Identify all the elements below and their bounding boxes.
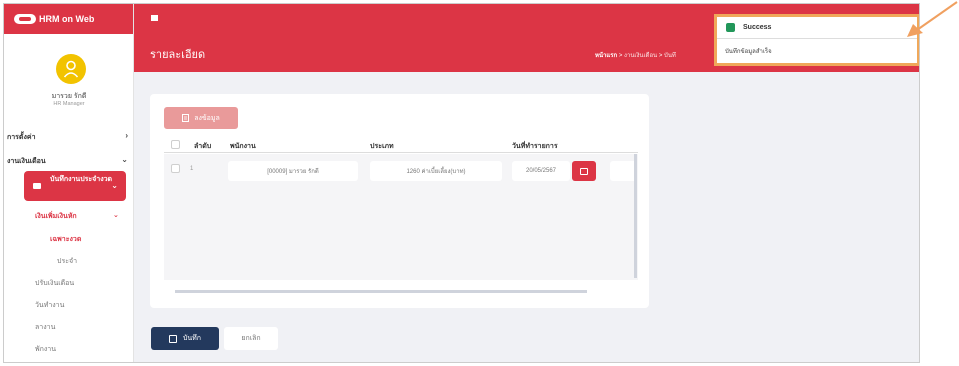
hamburger-menu-icon[interactable]: [151, 15, 158, 21]
row-checkbox[interactable]: [171, 164, 180, 173]
breadcrumb-home[interactable]: หน้าแรก: [595, 53, 617, 59]
sidebar-item-allowances[interactable]: เงินเพิ่มเงินหัก ⌄: [35, 211, 119, 222]
breadcrumb-separator: >: [618, 53, 623, 59]
chevron-down-icon: ⌄: [111, 181, 118, 190]
sidebar-item-fixed[interactable]: ประจำ: [57, 256, 77, 267]
sidebar-item-settings[interactable]: การตั้งค่า ›: [4, 130, 134, 144]
employee-field[interactable]: [00009] มารวย รักดี: [228, 161, 358, 181]
sidebar-item-per-period[interactable]: เฉพาะงวด: [50, 234, 81, 245]
breadcrumb-payroll[interactable]: งานเงินเดือน: [624, 53, 657, 59]
document-icon: [182, 114, 190, 122]
column-header-type: ประเภท: [370, 143, 394, 150]
avatar[interactable]: [56, 54, 86, 84]
save-label: บันทึก: [182, 335, 202, 342]
sidebar-item-label: บันทึกงานประจำงวด: [50, 176, 113, 183]
toast-title: Success: [743, 24, 772, 31]
success-toast: Success บันทึกข้อมูลสำเร็จ: [714, 14, 919, 66]
chevron-right-icon: ›: [125, 131, 128, 140]
sidebar-item-leave[interactable]: ลางาน: [35, 322, 55, 333]
page-title: รายละเอียด: [150, 49, 206, 61]
app-window: HRM on Web มารวย รักดี HR Manager การตั้…: [3, 3, 920, 363]
sidebar-item-vacation[interactable]: พักงาน: [35, 344, 56, 355]
sidebar-item-period-record[interactable]: บันทึกงานประจำงวด ⌄: [24, 171, 126, 201]
save-data-button[interactable]: ลงข้อมูล: [164, 107, 238, 129]
horizontal-scrollbar[interactable]: [175, 290, 587, 293]
detail-card: ลงข้อมูล ลำดับ พนักงาน ประเภท วันที่ทำรา…: [150, 94, 649, 308]
select-all-checkbox[interactable]: [171, 140, 180, 149]
type-field[interactable]: 1260 ค่าเบี้ยเลี้ยง(บาท): [370, 161, 502, 181]
folder-icon: [33, 183, 41, 189]
breadcrumb-record[interactable]: บันทึ: [664, 53, 676, 59]
column-header-index: ลำดับ: [194, 143, 212, 150]
app-title: HRM on Web: [39, 14, 95, 24]
user-icon: [63, 60, 79, 78]
toast-message: บันทึกข้อมูลสำเร็จ: [725, 49, 772, 55]
sidebar-item-label: งานเงินเดือน: [7, 157, 46, 165]
sidebar-item-label: เงินเพิ่มเงินหัก: [35, 213, 77, 220]
column-header-employee: พนักงาน: [230, 143, 256, 150]
next-column-field[interactable]: [610, 161, 636, 181]
cancel-button[interactable]: ยกเลิก: [224, 327, 278, 350]
calendar-icon: [580, 167, 588, 175]
save-data-label: ลงข้อมูล: [194, 114, 220, 122]
sidebar-item-payroll[interactable]: งานเงินเดือน ⌄: [4, 154, 134, 168]
user-role: HR Manager: [53, 101, 85, 107]
chevron-down-icon: ⌄: [113, 212, 119, 219]
date-field[interactable]: 20/05/2567: [512, 161, 570, 181]
calendar-button[interactable]: [572, 161, 596, 181]
sidebar-item-label: การตั้งค่า: [7, 133, 36, 141]
save-button[interactable]: บันทึก: [151, 327, 219, 350]
sidebar: HRM on Web มารวย รักดี HR Manager การตั้…: [4, 4, 134, 362]
sidebar-item-salary-adjust[interactable]: ปรับเงินเดือน: [35, 278, 74, 289]
chevron-down-icon: ⌄: [121, 155, 128, 164]
save-disk-icon: [168, 334, 177, 343]
brand-bar[interactable]: HRM on Web: [4, 4, 133, 34]
row-index: 1: [190, 166, 194, 172]
success-square-icon: [726, 23, 735, 32]
toast-header: Success: [717, 17, 917, 39]
column-header-date: วันที่ทำรายการ: [512, 143, 558, 150]
annotation-arrow-icon: [907, 1, 958, 37]
sidebar-item-workdays[interactable]: วันทำงาน: [35, 300, 64, 311]
header-divider: [164, 152, 638, 153]
vertical-scrollbar[interactable]: [634, 154, 637, 278]
breadcrumb-separator: >: [658, 53, 663, 59]
breadcrumb: หน้าแรก > งานเงินเดือน > บันทึ: [595, 50, 676, 60]
brand-logo-icon: [14, 14, 36, 24]
